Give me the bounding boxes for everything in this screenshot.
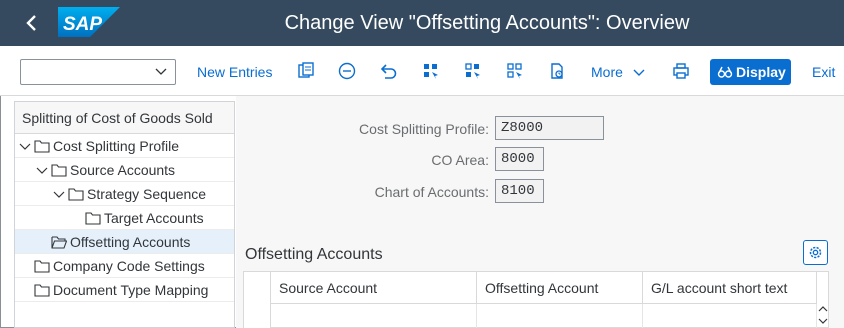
display-button[interactable]: Display bbox=[710, 59, 791, 85]
new-entries-button[interactable]: New Entries bbox=[197, 61, 272, 83]
folder-icon bbox=[85, 212, 101, 225]
tree-item-label: Target Accounts bbox=[104, 210, 204, 226]
co-area-field[interactable]: 8000 bbox=[495, 147, 544, 171]
svg-text:SAP: SAP bbox=[63, 14, 102, 35]
gear-icon bbox=[809, 246, 822, 259]
table-settings-button[interactable] bbox=[803, 240, 828, 265]
table-title: Offsetting Accounts bbox=[245, 246, 383, 263]
column-header-offsetting-account[interactable]: Offsetting Account bbox=[477, 272, 643, 304]
select-block-icon[interactable] bbox=[463, 61, 483, 81]
table-cell[interactable] bbox=[643, 304, 817, 328]
copy-icon[interactable] bbox=[296, 61, 316, 81]
tree-item-company-code-settings[interactable]: Company Code Settings bbox=[15, 254, 234, 278]
folder-icon bbox=[34, 284, 50, 297]
tree-item-label: Strategy Sequence bbox=[87, 186, 207, 202]
variant-select[interactable] bbox=[20, 59, 176, 85]
table-scrollbar[interactable] bbox=[817, 300, 829, 328]
more-menu-button[interactable]: More bbox=[591, 61, 645, 83]
column-header-source-account[interactable]: Source Account bbox=[271, 272, 477, 304]
chevron-down-icon[interactable] bbox=[19, 140, 31, 152]
dialog-structure-tree: Splitting of Cost of Goods Sold Cost Spl… bbox=[14, 101, 235, 328]
glasses-icon bbox=[717, 66, 733, 78]
table-cell[interactable] bbox=[271, 304, 477, 328]
scroll-down-icon[interactable] bbox=[817, 316, 829, 326]
tree-header: Splitting of Cost of Goods Sold bbox=[15, 102, 234, 134]
tree-item-source-accounts[interactable]: Source Accounts bbox=[15, 158, 234, 182]
chevron-down-icon[interactable] bbox=[53, 188, 65, 200]
cost-splitting-profile-label: Cost Splitting Profile: bbox=[359, 121, 489, 137]
display-label: Display bbox=[736, 64, 786, 80]
tree-item-label: Document Type Mapping bbox=[53, 282, 209, 298]
shell-header: SAP Change View "Offsetting Accounts": O… bbox=[0, 0, 844, 46]
chevron-down-icon[interactable] bbox=[36, 164, 48, 176]
tree-item-offsetting-accounts[interactable]: Offsetting Accounts bbox=[15, 230, 234, 254]
transport-icon[interactable] bbox=[547, 61, 567, 81]
toolbar: New Entries More Display Exit bbox=[0, 46, 844, 96]
column-header-gl-short-text[interactable]: G/L account short text bbox=[643, 272, 817, 304]
tree-item-label: Offsetting Accounts bbox=[70, 234, 191, 250]
more-label: More bbox=[591, 64, 623, 80]
scroll-up-icon[interactable] bbox=[817, 304, 829, 314]
tree-item-strategy-sequence[interactable]: Strategy Sequence bbox=[15, 182, 234, 206]
chevron-down-icon bbox=[155, 68, 167, 75]
co-area-label: CO Area: bbox=[431, 152, 489, 168]
table-cell[interactable] bbox=[477, 304, 643, 328]
chart-of-accounts-field[interactable]: 8100 bbox=[495, 179, 544, 203]
deselect-all-icon[interactable] bbox=[505, 61, 525, 81]
select-all-icon[interactable] bbox=[421, 61, 441, 81]
back-button[interactable] bbox=[18, 9, 46, 37]
offsetting-accounts-table: Source Account Offsetting Account G/L ac… bbox=[243, 271, 829, 328]
folder-icon bbox=[34, 140, 50, 153]
tree-item-label: Cost Splitting Profile bbox=[53, 138, 180, 154]
tree-item-target-accounts[interactable]: Target Accounts bbox=[15, 206, 234, 230]
delete-icon[interactable] bbox=[337, 61, 357, 81]
cost-splitting-profile-field[interactable]: Z8000 bbox=[495, 116, 604, 140]
folder-icon bbox=[34, 260, 50, 273]
open-folder-icon bbox=[51, 236, 67, 249]
chevron-down-icon bbox=[633, 69, 645, 76]
folder-icon bbox=[51, 164, 67, 177]
chart-of-accounts-label: Chart of Accounts: bbox=[374, 184, 489, 200]
folder-icon bbox=[68, 188, 84, 201]
page-title: Change View "Offsetting Accounts": Overv… bbox=[284, 12, 690, 34]
tree-item-label: Source Accounts bbox=[70, 162, 176, 178]
tree-item-document-type-mapping[interactable]: Document Type Mapping bbox=[15, 278, 234, 302]
undo-icon[interactable] bbox=[379, 61, 399, 81]
chevron-left-icon bbox=[26, 15, 36, 31]
sap-logo: SAP bbox=[58, 7, 120, 37]
exit-button[interactable]: Exit bbox=[812, 61, 835, 83]
print-icon[interactable] bbox=[671, 61, 691, 81]
row-selector-column[interactable] bbox=[244, 272, 271, 328]
tree-item-cost-splitting-profile[interactable]: Cost Splitting Profile bbox=[15, 134, 234, 158]
tree-item-label: Company Code Settings bbox=[53, 258, 205, 274]
